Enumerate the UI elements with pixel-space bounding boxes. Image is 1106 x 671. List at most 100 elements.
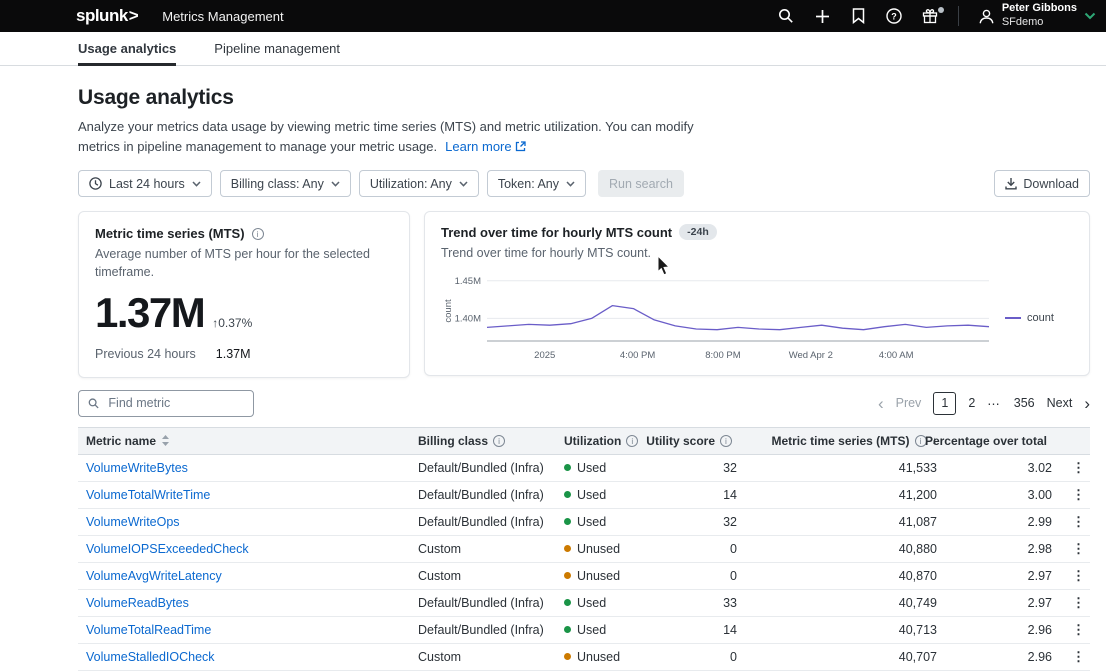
billing-class-cell: Default/Bundled (Infra) — [410, 454, 556, 481]
metric-name-link[interactable]: VolumeWriteBytes — [86, 461, 188, 475]
svg-text:?: ? — [892, 11, 898, 21]
prev-button[interactable]: Prev — [896, 396, 922, 410]
download-icon — [1005, 177, 1017, 190]
utility-score-cell: 14 — [650, 616, 745, 643]
utilization-dropdown[interactable]: Utilization: Any — [359, 170, 479, 197]
metric-name-link[interactable]: VolumeWriteOps — [86, 515, 180, 529]
table-row: VolumeTotalReadTime Default/Bundled (Infr… — [78, 616, 1090, 643]
metric-name-cell: VolumeReadBytes — [78, 589, 410, 616]
metric-name-link[interactable]: VolumeStalledIOCheck — [86, 650, 215, 664]
page-2-button[interactable]: 2 — [968, 396, 975, 410]
row-actions-kebab[interactable]: ⋮ — [1068, 595, 1089, 610]
utility-score-cell: 32 — [650, 508, 745, 535]
time-window-badge: -24h — [679, 224, 717, 240]
utilization-cell: Used — [556, 616, 650, 643]
info-icon[interactable]: i — [626, 435, 638, 447]
row-actions-kebab[interactable]: ⋮ — [1068, 487, 1089, 502]
x-tick-label: Wed Apr 2 — [789, 350, 833, 361]
mts-card-description: Average number of MTS per hour for the s… — [95, 246, 375, 281]
col-actions — [1060, 427, 1090, 454]
actions-cell: ⋮ — [1060, 508, 1090, 535]
billing-class-cell: Default/Bundled (Infra) — [410, 616, 556, 643]
mts-previous: Previous 24 hours 1.37M — [95, 347, 393, 361]
row-actions-kebab[interactable]: ⋮ — [1068, 622, 1089, 637]
col-billing-class[interactable]: Billing classi — [410, 427, 556, 454]
percentage-cell: 2.97 — [945, 562, 1060, 589]
search-icon[interactable] — [778, 8, 795, 25]
metric-name-link[interactable]: VolumeReadBytes — [86, 596, 189, 610]
info-icon[interactable]: i — [252, 228, 264, 240]
user-menu[interactable]: Peter Gibbons SFdemo — [978, 2, 1096, 30]
metric-name-link[interactable]: VolumeTotalReadTime — [86, 623, 211, 637]
next-button[interactable]: Next — [1047, 396, 1073, 410]
mts-count-cell: 41,200 — [745, 481, 945, 508]
col-metric-name[interactable]: Metric name — [78, 427, 410, 454]
splunk-logo[interactable]: splunk> — [76, 6, 138, 26]
actions-cell: ⋮ — [1060, 589, 1090, 616]
utilization-cell: Used — [556, 589, 650, 616]
x-tick-label: 8:00 PM — [705, 350, 740, 361]
y-tick-label: 1.40M — [455, 313, 481, 324]
prev-chevron-icon[interactable]: ‹ — [878, 395, 884, 412]
tab-pipeline-management[interactable]: Pipeline management — [214, 32, 340, 65]
col-utilization[interactable]: Utilizationi — [556, 427, 650, 454]
sort-icon — [161, 435, 170, 446]
billing-class-dropdown[interactable]: Billing class: Any — [220, 170, 351, 197]
utility-score-cell: 0 — [650, 535, 745, 562]
find-metric-input[interactable] — [106, 395, 244, 411]
row-actions-kebab[interactable]: ⋮ — [1068, 649, 1089, 664]
info-icon[interactable]: i — [493, 435, 505, 447]
utilization-status-dot — [564, 491, 571, 498]
row-actions-kebab[interactable]: ⋮ — [1068, 514, 1089, 529]
row-actions-kebab[interactable]: ⋮ — [1068, 460, 1089, 475]
col-percentage[interactable]: Percentage over total — [945, 427, 1060, 454]
main-tabs: Usage analytics Pipeline management — [0, 32, 1106, 66]
bookmark-icon[interactable] — [850, 8, 867, 25]
description-text: Analyze your metrics data usage by viewi… — [78, 119, 694, 154]
metric-name-link[interactable]: VolumeAvgWriteLatency — [86, 569, 222, 583]
percentage-cell: 3.00 — [945, 481, 1060, 508]
utilization-status-dot — [564, 599, 571, 606]
metric-name-cell: VolumeAvgWriteLatency — [78, 562, 410, 589]
time-range-dropdown[interactable]: Last 24 hours — [78, 170, 212, 197]
page-last-button[interactable]: 356 — [1014, 396, 1035, 410]
metrics-table: Metric name Billing classi Utilizationi … — [78, 427, 1090, 671]
run-search-button[interactable]: Run search — [598, 170, 684, 197]
col-mts[interactable]: Metric time series (MTS)i↓ — [745, 427, 945, 454]
trend-chart-svg[interactable]: 1.45M1.40M20254:00 PM8:00 PMWed Apr 24:0… — [441, 271, 997, 365]
page-1-button[interactable]: 1 — [933, 392, 956, 415]
info-icon[interactable]: i — [720, 435, 732, 447]
mts-count-cell: 41,533 — [745, 454, 945, 481]
table-row: VolumeStalledIOCheckCustomUnused040,7072… — [78, 643, 1090, 670]
metric-name-link[interactable]: VolumeTotalWriteTime — [86, 488, 210, 502]
metric-name-link[interactable]: VolumeIOPSExceededCheck — [86, 542, 249, 556]
y-tick-label: 1.45M — [455, 275, 481, 286]
tab-usage-analytics[interactable]: Usage analytics — [78, 32, 176, 65]
token-dropdown[interactable]: Token: Any — [487, 170, 586, 197]
pagination: ‹ Prev 1 2 ⋯ 356 Next › — [878, 392, 1090, 415]
utilization-cell: Unused — [556, 535, 650, 562]
add-icon[interactable] — [814, 8, 831, 25]
caret-down-icon — [566, 181, 575, 187]
help-icon[interactable]: ? — [886, 8, 903, 25]
search-icon — [88, 397, 99, 410]
trend-card-title: Trend over time for hourly MTS count — [441, 225, 672, 240]
utilization-cell: Unused — [556, 562, 650, 589]
y-axis-label: count — [443, 299, 454, 323]
mts-count-cell: 40,870 — [745, 562, 945, 589]
next-chevron-icon[interactable]: › — [1084, 395, 1090, 412]
whats-new-gift-icon[interactable] — [922, 8, 939, 25]
learn-more-link[interactable]: Learn more — [445, 139, 525, 154]
row-actions-kebab[interactable]: ⋮ — [1068, 568, 1089, 583]
page-description: Analyze your metrics data usage by viewi… — [78, 117, 723, 156]
col-utility-score[interactable]: Utility scorei — [650, 427, 745, 454]
billing-class-cell: Custom — [410, 562, 556, 589]
percentage-cell: 3.02 — [945, 454, 1060, 481]
notification-dot — [938, 7, 944, 13]
row-actions-kebab[interactable]: ⋮ — [1068, 541, 1089, 556]
find-metric-searchbox[interactable] — [78, 390, 254, 417]
download-button[interactable]: Download — [994, 170, 1090, 197]
chart-legend[interactable]: count — [1005, 312, 1054, 324]
mts-summary-card: Metric time series (MTS) i Average numbe… — [78, 211, 410, 378]
mts-count-cell: 40,880 — [745, 535, 945, 562]
